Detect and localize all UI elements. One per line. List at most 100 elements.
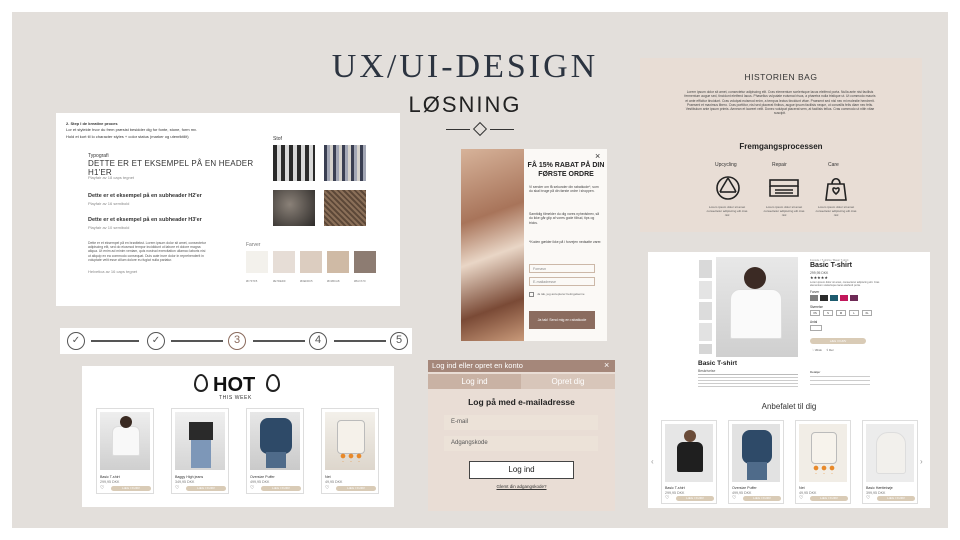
recommended-card-1[interactable]: Basic T-shirt 299,95 DKK ♡ LÆG I KURV bbox=[661, 420, 717, 504]
color-option-pink[interactable] bbox=[840, 295, 848, 301]
add-to-cart-button[interactable]: LÆG I KURV bbox=[810, 338, 866, 344]
step-3-current[interactable]: 3 bbox=[228, 332, 246, 350]
heart-icon[interactable]: ♡ bbox=[175, 485, 179, 491]
heart-icon[interactable]: ♡ bbox=[250, 485, 254, 491]
add-to-cart-button[interactable]: LÆG I KURV bbox=[111, 486, 151, 491]
popup-firstname-input[interactable]: Fornavn bbox=[529, 264, 595, 273]
step-2-complete[interactable]: ✓ bbox=[147, 332, 165, 350]
recommended-card-3[interactable]: Net 49,95 DKK ♡ LÆG I KURV bbox=[795, 420, 851, 504]
add-to-cart-button[interactable]: LÆG I KURV bbox=[877, 496, 915, 501]
color-option-grey[interactable] bbox=[810, 295, 818, 301]
product-thumbnail-1[interactable] bbox=[699, 260, 712, 278]
heart-icon[interactable]: ♡ bbox=[100, 485, 104, 491]
net-bag-figure bbox=[811, 432, 837, 464]
popup-email-input[interactable]: E-mailadresse bbox=[529, 277, 595, 286]
color-option-plum[interactable] bbox=[850, 295, 858, 301]
popup-consent-checkbox[interactable] bbox=[529, 292, 534, 297]
color-code-3: #DED0C5 bbox=[300, 279, 313, 283]
add-to-cart-button[interactable]: LÆG I KURV bbox=[810, 496, 848, 501]
add-to-cart-button[interactable]: LÆG I KURV bbox=[261, 486, 301, 491]
styleguide-intro-line1: Lor et styleide hvor du frem præsist bes… bbox=[66, 127, 197, 132]
description-text-lines bbox=[698, 374, 798, 375]
tab-login[interactable]: Log ind bbox=[428, 374, 521, 389]
product-image bbox=[799, 424, 847, 482]
story-title: HISTORIEN BAG bbox=[744, 72, 818, 82]
product-thumbnail-5[interactable] bbox=[699, 344, 712, 354]
product-image bbox=[866, 424, 914, 482]
size-option-xl[interactable]: XL bbox=[862, 310, 872, 316]
step-connector-3 bbox=[253, 340, 305, 342]
add-to-cart-button[interactable]: LÆG I KURV bbox=[743, 496, 781, 501]
sewing-machine-icon bbox=[767, 174, 801, 202]
story-card: HISTORIEN BAG Lorem ipsum dolor sit amet… bbox=[640, 58, 922, 232]
product-name: Baggy High jeans bbox=[175, 475, 204, 479]
recommended-card-2[interactable]: Oversize Puffer 499,95 DKK ♡ LÆG I KURV bbox=[728, 420, 784, 504]
fabric-knit-image bbox=[273, 190, 315, 226]
product-page-card: Basic T-shirt Beskrivelse Forside / T-sh… bbox=[648, 252, 930, 508]
heart-icon[interactable]: ♡ bbox=[866, 495, 870, 501]
add-to-cart-button[interactable]: LÆG I KURV bbox=[336, 486, 376, 491]
description-label: Beskrivelse bbox=[698, 369, 716, 373]
email-input[interactable]: E-mail bbox=[444, 415, 598, 430]
tshirt-figure bbox=[730, 289, 782, 339]
size-option-xs[interactable]: XS bbox=[810, 310, 820, 316]
forgot-password-link[interactable]: Glemt din adgangskode? bbox=[428, 484, 615, 489]
tab-register[interactable]: Opret dig bbox=[521, 374, 615, 389]
share-button[interactable]: ⇪ Del bbox=[826, 348, 833, 352]
heart-icon[interactable]: ♡ bbox=[665, 495, 669, 501]
hot-product-card-1[interactable]: Basic T-shirt 299,95 DKK ♡ LÆG I KURV bbox=[96, 408, 154, 494]
product-thumbnail-3[interactable] bbox=[699, 302, 712, 320]
login-close-icon[interactable]: × bbox=[604, 360, 609, 370]
recommended-card-4[interactable]: Basic Hættetrøje 399,95 DKK ♡ LÆG I KURV bbox=[862, 420, 918, 504]
popup-text-2: Samtidig tilmelder du dig vores nyhedsbr… bbox=[529, 212, 600, 225]
product-thumbnail-4[interactable] bbox=[699, 323, 712, 341]
rating-stars: ★★★★★ bbox=[810, 275, 828, 280]
heart-icon[interactable]: ♡ bbox=[799, 495, 803, 501]
popup-submit-button[interactable]: Ja tak! Send mig en rabatkode bbox=[529, 311, 595, 329]
flame-icon-right bbox=[266, 374, 280, 392]
hot-product-card-4[interactable]: Net 49,95 DKK ♡ LÆG I KURV bbox=[321, 408, 379, 494]
process-step-upcycling-label: Upcycling bbox=[715, 162, 737, 168]
add-to-cart-button[interactable]: LÆG I KURV bbox=[186, 486, 226, 491]
step-4[interactable]: 4 bbox=[309, 332, 327, 350]
title-divider-right bbox=[490, 129, 514, 130]
oranges-figure bbox=[339, 452, 363, 462]
hot-product-card-3[interactable]: Oversize Puffer 499,95 DKK ♡ LÆG I KURV bbox=[246, 408, 304, 494]
tshirt-black-figure bbox=[677, 442, 703, 472]
recycle-icon bbox=[714, 174, 742, 202]
popup-close-icon[interactable]: × bbox=[595, 151, 600, 161]
size-option-m[interactable]: M bbox=[836, 310, 846, 316]
share-label: Del bbox=[829, 348, 834, 352]
carousel-prev-icon[interactable]: ‹ bbox=[651, 457, 654, 466]
styleguide-card: 2. Step I de kreative proces Lor et styl… bbox=[56, 113, 400, 306]
flame-icon-left bbox=[194, 374, 208, 392]
login-titlebar: Log ind eller opret en konto × bbox=[428, 360, 615, 372]
hot-product-card-2[interactable]: Baggy High jeans 349,95 DKK ♡ LÆG I KURV bbox=[171, 408, 229, 494]
color-option-teal[interactable] bbox=[830, 295, 838, 301]
title-divider-left bbox=[446, 129, 470, 130]
login-button[interactable]: Log ind bbox=[469, 461, 574, 479]
body-meta: Helvetica av 16 caps tegnet bbox=[88, 269, 138, 274]
story-body: Lorem ipsum dolor sit amet, consectetur … bbox=[684, 90, 876, 116]
password-input[interactable]: Adgangskode bbox=[444, 436, 598, 451]
product-image bbox=[665, 424, 713, 482]
add-to-cart-button[interactable]: LÆG I KURV bbox=[676, 496, 714, 501]
step-connector-1 bbox=[91, 340, 139, 342]
color-label: Farver bbox=[810, 290, 820, 294]
step-1-complete[interactable]: ✓ bbox=[67, 332, 85, 350]
product-thumbnail-2[interactable] bbox=[699, 281, 712, 299]
product-name: Oversize Puffer bbox=[250, 475, 275, 479]
fabric-weave-image bbox=[324, 190, 366, 226]
heart-icon[interactable]: ♡ bbox=[732, 495, 736, 501]
color-swatch-3 bbox=[300, 251, 322, 273]
size-option-s[interactable]: S bbox=[823, 310, 833, 316]
product-image bbox=[250, 412, 300, 470]
carousel-next-icon[interactable]: › bbox=[920, 457, 923, 466]
step-5[interactable]: 5 bbox=[390, 332, 408, 350]
wishlist-button[interactable]: ♡ Ønsk bbox=[812, 348, 822, 352]
quantity-stepper[interactable] bbox=[810, 325, 822, 331]
heart-icon[interactable]: ♡ bbox=[325, 485, 329, 491]
size-option-l[interactable]: L bbox=[849, 310, 859, 316]
color-option-black[interactable] bbox=[820, 295, 828, 301]
login-modal: Log ind eller opret en konto × Log ind O… bbox=[428, 360, 615, 511]
